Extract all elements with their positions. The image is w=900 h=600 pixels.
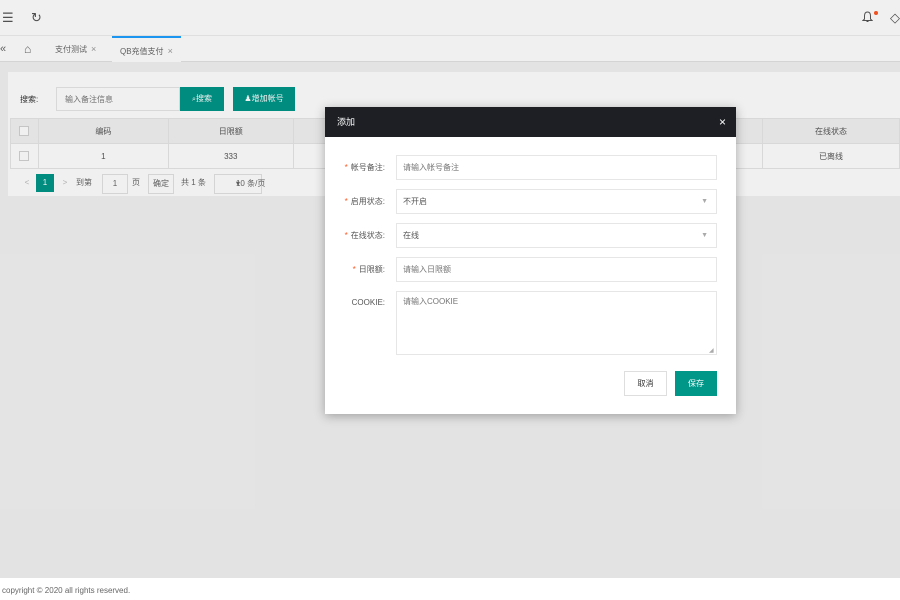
cookie-label: COOKIE: [351,298,385,307]
cancel-button[interactable]: 取消 [624,371,667,396]
chevron-down-icon: ▼ [701,232,708,239]
copyright-text: copyright © 2020 all rights reserved. [2,586,131,595]
dialog-title: 添加 [337,117,356,127]
dialog-header: 添加 × [325,107,736,137]
footer: copyright © 2020 all rights reserved. [0,578,900,600]
online-status-label: * 在线状态: [344,231,385,240]
account-note-input[interactable] [396,155,717,180]
add-dialog: 添加 × *帐号备注: *启用状态: 不开启 ▼ *在线状态: 在线 ▼ *日限… [325,107,736,414]
daily-limit-input[interactable] [396,257,717,282]
resize-grip-icon[interactable]: ◢ [709,347,714,354]
enable-status-select[interactable]: 不开启 ▼ [396,189,717,214]
account-note-label: * 帐号备注: [344,163,385,172]
enable-status-label: * 启用状态: [344,197,385,206]
daily-limit-label: * 日限额: [352,265,385,274]
close-icon[interactable]: × [719,107,726,137]
chevron-down-icon: ▼ [701,198,708,205]
cookie-textarea[interactable] [396,291,717,355]
online-status-value: 在线 [403,231,419,240]
save-button[interactable]: 保存 [675,371,717,396]
enable-status-value: 不开启 [403,197,427,206]
online-status-select[interactable]: 在线 ▼ [396,223,717,248]
